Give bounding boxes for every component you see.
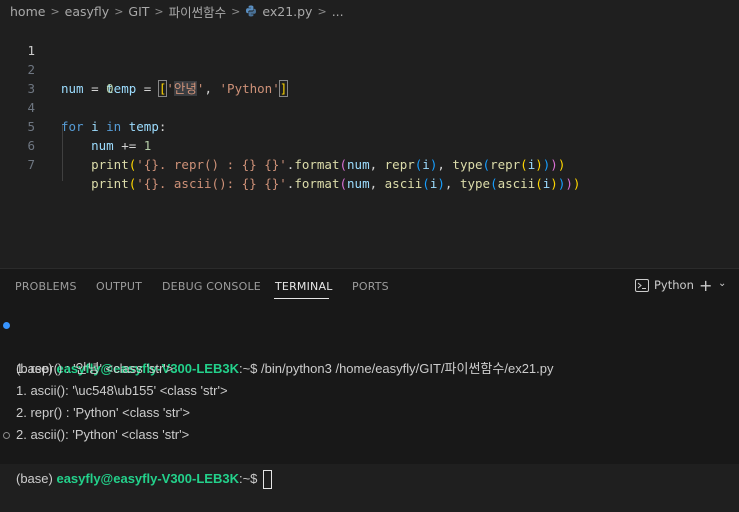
token: ,	[444, 176, 460, 191]
breadcrumb-item-home[interactable]: home	[10, 4, 45, 19]
code-line-3[interactable]: 3	[0, 60, 739, 96]
breadcrumb-ellipsis[interactable]: ...	[332, 4, 344, 19]
terminal-output-line: 2. ascii(): 'Python' <class 'str'>	[0, 402, 739, 442]
token: format	[294, 157, 340, 172]
token: )	[572, 176, 581, 191]
token: type	[459, 176, 491, 191]
tab-terminal[interactable]: TERMINAL	[275, 280, 333, 293]
token: )	[557, 157, 566, 172]
token: ,	[369, 176, 385, 191]
terminal-cursor	[263, 470, 273, 490]
token: (	[422, 176, 430, 191]
token: repr	[384, 157, 415, 172]
token: ascii	[497, 176, 536, 191]
token: (	[339, 157, 348, 172]
prompt-path: :~$	[238, 471, 262, 486]
tab-debug-console[interactable]: DEBUG CONSOLE	[162, 280, 261, 293]
token: '{}. ascii(): {} {}'	[136, 176, 287, 191]
chevron-right-icon: >	[231, 4, 241, 18]
bottom-panel: PROBLEMS OUTPUT DEBUG CONSOLE TERMINAL P…	[0, 268, 739, 490]
token: (	[535, 176, 543, 191]
prompt-env: (base)	[16, 471, 57, 486]
token: )	[565, 176, 573, 191]
token: )	[550, 157, 558, 172]
terminal-prompt-line[interactable]: (base) easyfly@easyfly-V300-LEB3K:~$	[0, 424, 739, 490]
terminal-output-line: 1. ascii(): '\uc548\ub155' <class 'str'>	[0, 358, 739, 398]
token: )	[550, 176, 558, 191]
chevron-right-icon: >	[114, 4, 124, 18]
token: num	[347, 176, 370, 191]
terminal-output-line: 2. repr() : 'Python' <class 'str'>	[0, 380, 739, 420]
code-editor[interactable]: 1 temp = ['안녕', 'Python'] 2 num = 0 3 4 …	[0, 22, 739, 268]
chevron-right-icon: >	[154, 4, 164, 18]
tab-problems[interactable]: PROBLEMS	[15, 280, 77, 293]
tab-ports[interactable]: PORTS	[352, 280, 389, 293]
chevron-right-icon: >	[317, 4, 327, 18]
plus-icon[interactable]: +	[699, 276, 712, 295]
panel-tabs: PROBLEMS OUTPUT DEBUG CONSOLE TERMINAL P…	[0, 269, 739, 305]
terminal-selector[interactable]: Python	[635, 278, 694, 292]
code-line-6[interactable]: 6 print('{}. repr() : {} {}'.format(num,…	[0, 117, 739, 172]
chevron-right-icon: >	[50, 4, 60, 18]
terminal-icon	[635, 278, 649, 292]
code-line-1[interactable]: 1 temp = ['안녕', 'Python']	[0, 22, 739, 97]
breadcrumb: home > easyfly > GIT > 파이썬함수 > ex21.py >…	[0, 0, 739, 22]
token: num	[347, 157, 370, 172]
tab-output[interactable]: OUTPUT	[96, 280, 142, 293]
line-number: 7	[27, 157, 35, 172]
chevron-down-icon[interactable]: ⌄	[718, 278, 726, 289]
token: repr	[490, 157, 521, 172]
breadcrumb-item-file[interactable]: ex21.py	[262, 4, 312, 19]
token: (	[490, 176, 498, 191]
token: )	[535, 157, 543, 172]
token: format	[294, 176, 340, 191]
token: i	[422, 157, 430, 172]
token: )	[437, 176, 445, 191]
breadcrumb-item-git[interactable]: GIT	[128, 4, 149, 19]
token: print	[91, 176, 129, 191]
code-line-2[interactable]: 2 num = 0	[0, 41, 739, 96]
command-decoration-icon[interactable]	[3, 432, 10, 439]
token: (	[339, 176, 348, 191]
code-line-7[interactable]: 7 print('{}. ascii(): {} {}'.format(num,…	[0, 136, 739, 191]
token: (	[520, 157, 528, 172]
python-file-icon	[246, 5, 257, 17]
command-decoration-icon[interactable]	[3, 322, 10, 329]
code-line-5[interactable]: 5 num += 1	[0, 98, 739, 153]
code-line-4[interactable]: 4 for i in temp:	[0, 79, 739, 134]
breadcrumb-item-folder[interactable]: 파이썬함수	[169, 2, 227, 21]
token: ascii	[384, 176, 423, 191]
breadcrumb-item-easyfly[interactable]: easyfly	[65, 4, 110, 19]
terminal-output-line: 1. repr() : '안녕' <class 'str'>	[0, 336, 739, 376]
token: (	[482, 157, 491, 172]
token: '{}. repr() : {} {}'	[136, 157, 287, 172]
prompt-user-host: easyfly@easyfly-V300-LEB3K	[56, 471, 239, 486]
token: print	[91, 157, 129, 172]
terminal-command-line: (base) easyfly@easyfly-V300-LEB3K:~$ /bi…	[0, 314, 739, 376]
active-tab-indicator	[274, 298, 329, 299]
token: ,	[369, 157, 385, 172]
token: ,	[437, 157, 453, 172]
token: type	[452, 157, 483, 172]
terminal-name: Python	[654, 278, 694, 292]
